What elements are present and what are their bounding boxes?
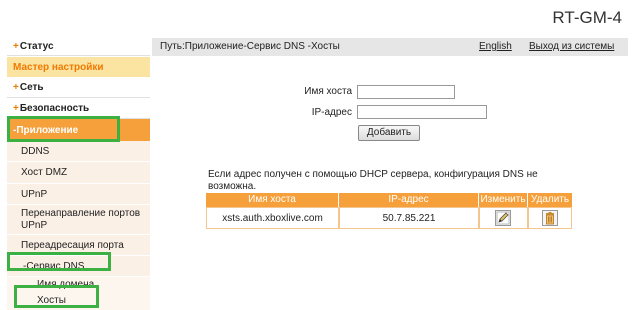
add-button[interactable]: Добавить: [358, 125, 420, 141]
expand-plus-icon: +: [13, 41, 19, 52]
column-header-ip: IP-адрес: [339, 193, 478, 207]
sidebar-item-upnp[interactable]: UPnP: [7, 184, 150, 205]
highlight-application: [7, 116, 120, 142]
expand-plus-icon: +: [13, 82, 19, 93]
table-row-hostname: xsts.auth.xboxlive.com: [206, 207, 339, 229]
sidebar-item-label: Сеть: [19, 82, 44, 93]
sidebar-item-label: Статус: [19, 41, 54, 52]
breadcrumb: Путь:Приложение-Сервис DNS -Хосты: [160, 41, 340, 52]
ip-address-input[interactable]: [357, 105, 487, 119]
sidebar-item-label: Безопасность: [19, 103, 90, 114]
expand-plus-icon: +: [13, 103, 19, 114]
ip-label: IP-адрес: [311, 107, 352, 118]
sidebar-item-dmz-host[interactable]: Хост DMZ: [7, 162, 150, 184]
column-header-delete: Удалить: [528, 193, 572, 207]
sidebar-item-upnp-forwarding[interactable]: Перенаправление портов UPnP: [7, 205, 150, 235]
column-header-hostname: Имя хоста: [206, 193, 338, 207]
sidebar-item-network[interactable]: + Сеть: [7, 78, 150, 98]
sidebar-item-status[interactable]: + Статус: [7, 38, 150, 56]
column-header-edit: Изменить: [479, 193, 527, 207]
english-link[interactable]: English: [479, 41, 512, 52]
breadcrumb-bar: Путь:Приложение-Сервис DNS -Хосты Englis…: [152, 38, 628, 56]
highlight-hosts: [14, 285, 99, 308]
hostname-label: Имя хоста: [304, 86, 352, 97]
dhcp-note: Если адрес получен с помощью DHCP сервер…: [208, 169, 538, 192]
hostname-input[interactable]: [357, 85, 455, 99]
trash-icon[interactable]: [542, 210, 558, 226]
sidebar-item-ddns[interactable]: DDNS: [7, 141, 150, 162]
table-row-ip: 50.7.85.221: [339, 207, 479, 229]
edit-icon[interactable]: [495, 210, 511, 226]
logout-link[interactable]: Выход из системы: [529, 41, 614, 52]
router-model: RT-GM-4: [552, 8, 622, 27]
sidebar-item-wizard[interactable]: Мастер настройки: [7, 57, 150, 77]
highlight-dns-service: [7, 252, 111, 271]
